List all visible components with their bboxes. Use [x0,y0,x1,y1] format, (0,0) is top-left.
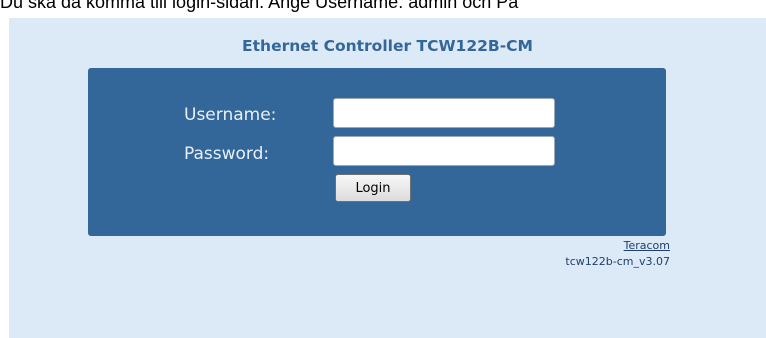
login-page: Ethernet Controller TCW122B-CM Username:… [9,18,766,338]
teracom-link[interactable]: Teracom [624,239,670,252]
username-input[interactable] [333,98,555,128]
page-title: Ethernet Controller TCW122B-CM [242,37,533,55]
document-caption-text: Du ska då komma till login-sidan. Ange U… [0,0,519,12]
password-input[interactable] [333,136,555,166]
password-label: Password: [184,144,270,164]
login-panel: Username: Password: Login [88,68,666,236]
username-label: Username: [184,105,277,125]
login-button[interactable]: Login [335,174,411,202]
firmware-version: tcw122b-cm_v3.07 [565,255,670,268]
